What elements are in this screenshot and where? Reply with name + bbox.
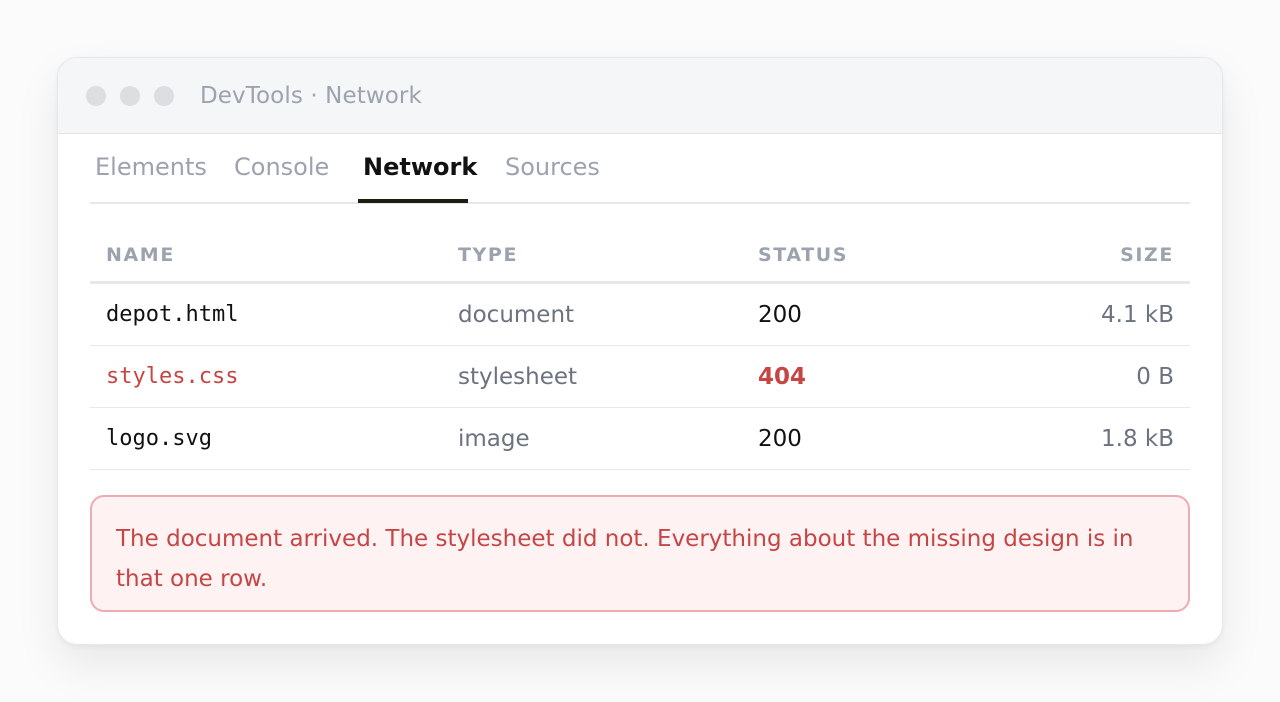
maximize-window-button[interactable] [154, 85, 174, 106]
request-status: 404 [758, 364, 807, 390]
tab-elements[interactable]: Elements [95, 152, 207, 204]
request-size: 1.8 kB [1101, 426, 1174, 452]
request-type: document [458, 302, 575, 328]
request-name: logo.svg [106, 426, 212, 451]
close-window-button[interactable] [86, 85, 106, 106]
column-header-size[interactable]: SIZE [1120, 244, 1174, 266]
request-type: image [458, 426, 530, 452]
network-table: NAME TYPE STATUS SIZE depot.html documen… [90, 204, 1190, 470]
active-tab-indicator [358, 199, 468, 203]
tab-bar: Elements Console Network Sources [90, 134, 1190, 204]
request-status: 200 [758, 302, 802, 328]
table-row[interactable]: depot.html document 200 4.1 kB [90, 284, 1190, 346]
tab-console[interactable]: Console [234, 152, 329, 204]
request-name: depot.html [106, 302, 239, 327]
table-header: NAME TYPE STATUS SIZE [90, 204, 1190, 284]
request-name: styles.css [106, 364, 239, 389]
request-size: 0 B [1136, 364, 1174, 390]
column-header-name[interactable]: NAME [106, 244, 175, 266]
minimize-window-button[interactable] [120, 85, 140, 106]
table-row-error[interactable]: styles.css stylesheet 404 0 B [90, 346, 1190, 408]
window-title: DevTools · Network [200, 82, 422, 109]
column-header-status[interactable]: STATUS [758, 244, 848, 266]
request-type: stylesheet [458, 364, 578, 390]
tab-network[interactable]: Network [363, 152, 477, 204]
error-alert: The document arrived. The stylesheet did… [90, 495, 1190, 612]
request-status: 200 [758, 426, 802, 452]
devtools-window: DevTools · Network Elements Console Netw… [57, 57, 1223, 645]
table-row[interactable]: logo.svg image 200 1.8 kB [90, 408, 1190, 470]
alert-message: The document arrived. The stylesheet did… [116, 526, 1134, 592]
title-bar: DevTools · Network [58, 58, 1222, 134]
column-header-type[interactable]: TYPE [458, 244, 518, 266]
tab-sources[interactable]: Sources [505, 152, 600, 204]
request-size: 4.1 kB [1101, 302, 1174, 328]
